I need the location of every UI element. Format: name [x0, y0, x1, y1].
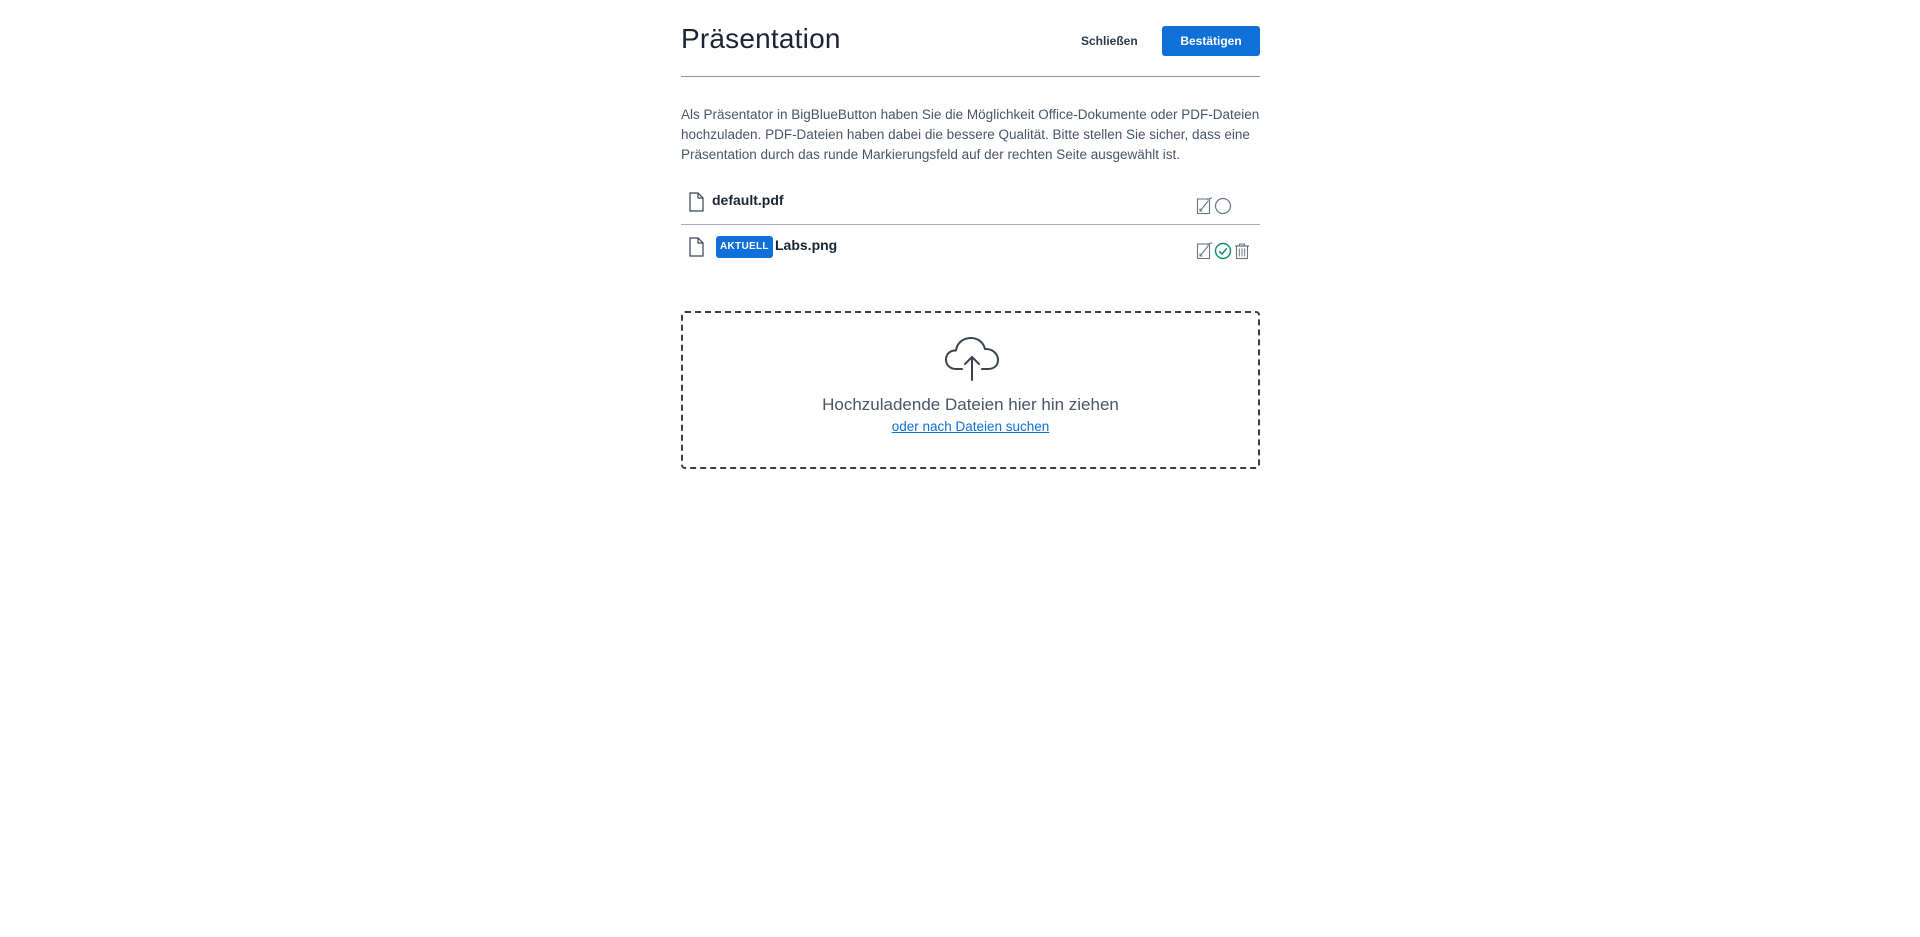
file-icon	[689, 192, 704, 212]
download-toggle-icon[interactable]	[1196, 242, 1214, 260]
file-name: default.pdf	[712, 192, 784, 208]
upload-description: Als Präsentator in BigBlueButton haben S…	[681, 107, 1260, 162]
dropzone-text: Hochzuladende Dateien hier hin ziehen	[822, 395, 1119, 414]
file-icon	[689, 237, 704, 257]
file-list: default.pdf AKTUELL Labs.png	[681, 180, 1260, 269]
browse-files-link[interactable]: oder nach Dateien suchen	[892, 419, 1050, 434]
page-title: Präsentation	[681, 23, 841, 54]
file-name: Labs.png	[775, 237, 838, 253]
file-row-labs-png: AKTUELL Labs.png	[681, 225, 1260, 269]
trash-icon[interactable]	[1233, 242, 1251, 260]
download-toggle-icon[interactable]	[1196, 197, 1214, 215]
file-row-default-pdf: default.pdf	[681, 180, 1260, 225]
presentation-upload-modal: Präsentation Schließen Bestätigen Als Pr…	[681, 0, 1260, 469]
radio-unselected-icon[interactable]	[1214, 197, 1232, 215]
confirm-button[interactable]: Bestätigen	[1162, 26, 1260, 56]
file-dropzone[interactable]: Hochzuladende Dateien hier hin ziehen od…	[681, 311, 1260, 469]
radio-selected-check-icon[interactable]	[1214, 242, 1232, 260]
browse-files-link-wrapper: oder nach Dateien suchen	[683, 419, 1258, 434]
current-badge: AKTUELL	[716, 236, 773, 258]
close-button[interactable]: Schließen	[1075, 27, 1144, 55]
cloud-upload-icon	[945, 337, 999, 381]
modal-header: Präsentation Schließen Bestätigen	[681, 0, 1260, 77]
